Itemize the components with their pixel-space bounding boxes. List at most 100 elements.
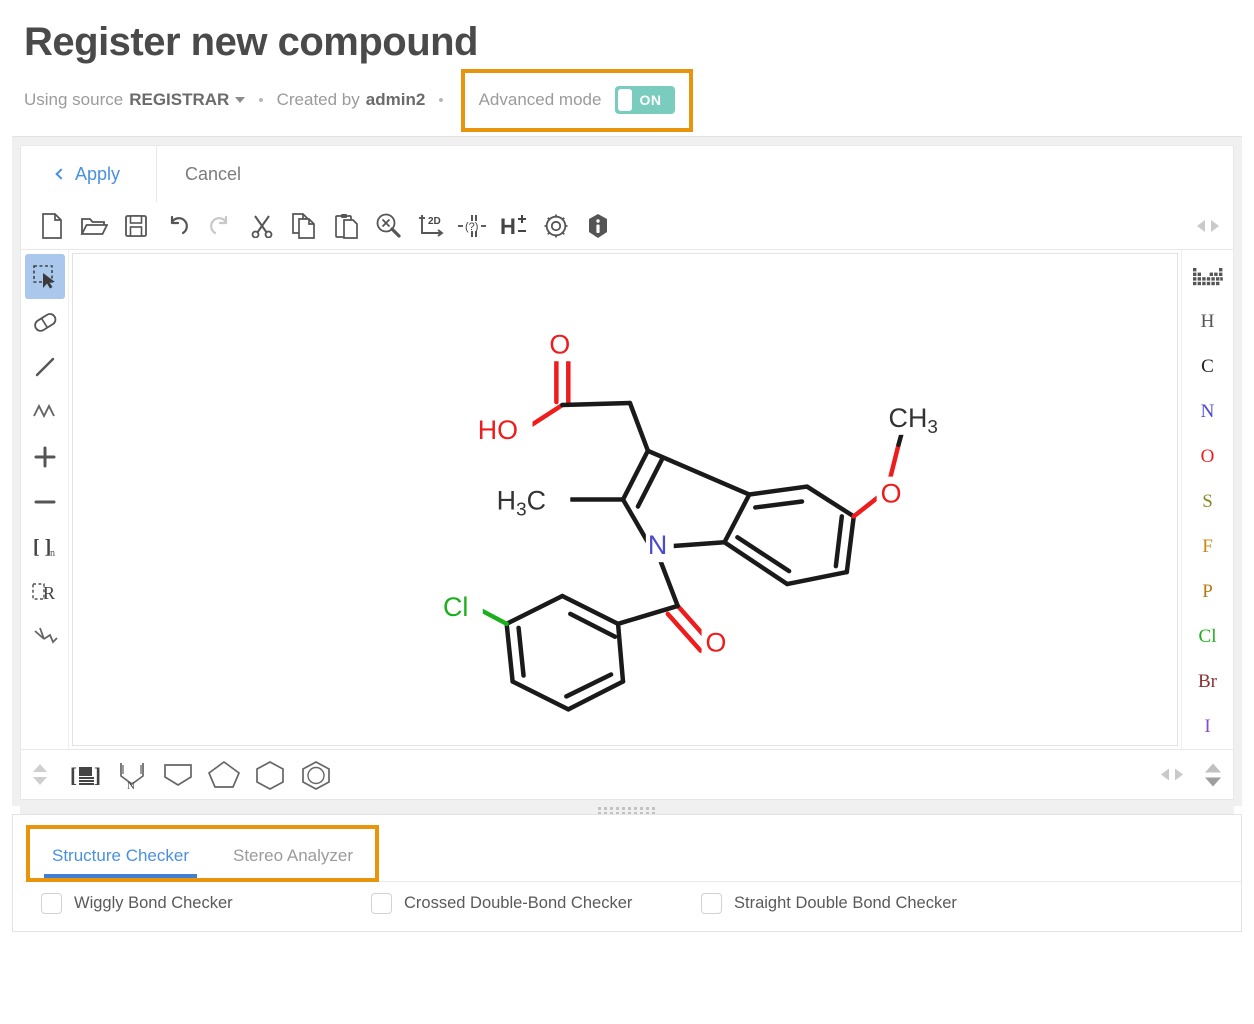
selection-tool[interactable] xyxy=(25,254,65,299)
editor-left-toolrail: [ ]n R xyxy=(21,250,69,749)
undo-icon[interactable] xyxy=(157,205,199,247)
svg-text:N: N xyxy=(127,780,135,790)
periodic-table-icon[interactable] xyxy=(1185,258,1231,300)
cyclobutane-ring-icon[interactable] xyxy=(155,755,201,795)
element-button-c[interactable]: C xyxy=(1185,345,1231,390)
checkbox-box-crossed[interactable] xyxy=(371,893,392,914)
editor-action-bar: Apply Cancel xyxy=(20,145,1234,202)
toolbar-scroll-arrows xyxy=(1197,220,1219,232)
toolbar-scroll-left-icon[interactable] xyxy=(1197,220,1205,232)
open-folder-icon[interactable] xyxy=(73,205,115,247)
cancel-label: Cancel xyxy=(185,164,241,185)
copy-icon[interactable] xyxy=(283,205,325,247)
indomethacin-structure: O HO CH3 O H3C N Cl O xyxy=(73,254,1177,745)
atom-label-cl: Cl xyxy=(443,592,468,622)
source-select[interactable]: REGISTRAR xyxy=(129,90,229,110)
using-source-label: Using source xyxy=(24,90,123,110)
single-bond-tool[interactable] xyxy=(25,344,65,389)
cyclohexane-ring-icon[interactable] xyxy=(247,755,293,795)
query-bond-icon[interactable]: (?) xyxy=(451,205,493,247)
checkbox-straight-double-bond-checker[interactable]: Straight Double Bond Checker xyxy=(701,893,957,914)
chevron-down-icon[interactable] xyxy=(235,97,245,103)
editor-element-rail: H C N O S F P Cl Br I xyxy=(1181,250,1233,749)
template-group-icon[interactable]: [] xyxy=(63,755,109,795)
canvas-expand-up-icon[interactable] xyxy=(1205,763,1221,772)
element-button-i[interactable]: I xyxy=(1185,704,1231,749)
increase-charge-tool[interactable] xyxy=(25,434,65,479)
molecule-canvas[interactable]: O HO CH3 O H3C N Cl O xyxy=(72,253,1178,746)
advanced-mode-highlight-box: Advanced mode ON xyxy=(461,69,694,132)
r-group-tool[interactable]: R xyxy=(25,569,65,614)
canvas-expand-down-icon[interactable] xyxy=(1205,777,1221,786)
cancel-button[interactable]: Cancel xyxy=(157,146,269,202)
element-button-f[interactable]: F xyxy=(1185,524,1231,569)
checkbox-crossed-double-bond-checker[interactable]: Crossed Double-Bond Checker xyxy=(371,893,701,914)
element-button-s[interactable]: S xyxy=(1185,480,1231,525)
element-button-h[interactable]: H xyxy=(1185,300,1231,345)
repeating-unit-tool[interactable]: [ ]n xyxy=(25,524,65,569)
paste-icon[interactable] xyxy=(325,205,367,247)
advanced-mode-label: Advanced mode xyxy=(479,90,602,110)
checkbox-label-straight: Straight Double Bond Checker xyxy=(734,894,957,913)
toolbar-scroll-right-icon[interactable] xyxy=(1211,220,1219,232)
checker-options-row: Wiggly Bond Checker Crossed Double-Bond … xyxy=(13,893,1241,914)
chain-tool[interactable] xyxy=(25,389,65,434)
svg-text:n: n xyxy=(50,548,55,559)
svg-text:[: [ xyxy=(70,763,77,787)
template-scroll-right-icon[interactable] xyxy=(1175,769,1183,781)
svg-text:]: ] xyxy=(94,763,101,787)
redo-icon[interactable] xyxy=(199,205,241,247)
apply-label: Apply xyxy=(75,164,120,185)
advanced-mode-toggle[interactable]: ON xyxy=(615,86,675,114)
tabs-highlight-box: Structure Checker Stereo Analyzer xyxy=(26,825,379,882)
template-scroll-left-icon[interactable] xyxy=(1161,769,1169,781)
template-toolbar-controls xyxy=(1161,763,1221,786)
page-title: Register new compound xyxy=(24,18,1230,66)
atom-label-o-carbonyl: O xyxy=(549,329,570,359)
editor-canvas-area: [ ]n R xyxy=(20,250,1234,750)
meta-row: Using source REGISTRAR • Created by admi… xyxy=(24,84,1230,116)
zoom-reset-icon[interactable] xyxy=(367,205,409,247)
tab-structure-checker-label: Structure Checker xyxy=(52,846,189,865)
element-button-p[interactable]: P xyxy=(1185,569,1231,614)
stereo-flag-tool[interactable] xyxy=(25,614,65,659)
template-scroll-down-icon[interactable] xyxy=(33,777,47,785)
checkbox-label-crossed: Crossed Double-Bond Checker xyxy=(404,894,632,913)
svg-text:2D: 2D xyxy=(428,216,441,227)
created-by-value: admin2 xyxy=(366,90,426,110)
separator-dot-1: • xyxy=(258,92,263,109)
element-button-n[interactable]: N xyxy=(1185,390,1231,435)
checkbox-box-wiggly[interactable] xyxy=(41,893,62,914)
save-icon[interactable] xyxy=(115,205,157,247)
atom-label-ho: HO xyxy=(478,415,518,445)
pyrrole-ring-icon[interactable]: N xyxy=(109,755,155,795)
settings-gear-icon[interactable] xyxy=(535,205,577,247)
clean-2d-icon[interactable]: 2D xyxy=(409,205,451,247)
element-button-o[interactable]: O xyxy=(1185,435,1231,480)
checkbox-box-straight[interactable] xyxy=(701,893,722,914)
canvas-resize-spinner xyxy=(1205,763,1221,786)
template-scroll-up-icon[interactable] xyxy=(33,764,47,772)
checkbox-label-wiggly: Wiggly Bond Checker xyxy=(74,894,233,913)
cyclopentane-ring-icon[interactable] xyxy=(201,755,247,795)
tab-stereo-analyzer-label: Stereo Analyzer xyxy=(233,846,353,865)
tab-structure-checker[interactable]: Structure Checker xyxy=(30,832,211,878)
new-file-icon[interactable] xyxy=(31,205,73,247)
toggle-state-label: ON xyxy=(639,92,661,108)
hydrogen-add-remove-icon[interactable]: H xyxy=(493,205,535,247)
element-button-cl[interactable]: Cl xyxy=(1185,614,1231,659)
eraser-tool[interactable] xyxy=(25,299,65,344)
info-icon[interactable] xyxy=(577,205,619,247)
checkbox-wiggly-bond-checker[interactable]: Wiggly Bond Checker xyxy=(41,893,371,914)
chevron-left-icon xyxy=(55,168,66,179)
svg-text:[ ]: [ ] xyxy=(33,536,51,558)
cut-scissors-icon[interactable] xyxy=(241,205,283,247)
apply-button[interactable]: Apply xyxy=(21,146,157,202)
element-button-br[interactable]: Br xyxy=(1185,659,1231,704)
decrease-charge-tool[interactable] xyxy=(25,479,65,524)
atom-label-n: N xyxy=(648,530,667,560)
page-header: Register new compound Using source REGIS… xyxy=(0,0,1254,116)
tab-stereo-analyzer[interactable]: Stereo Analyzer xyxy=(211,832,375,878)
benzene-ring-icon[interactable] xyxy=(293,755,339,795)
template-rail-spinner xyxy=(33,764,47,785)
